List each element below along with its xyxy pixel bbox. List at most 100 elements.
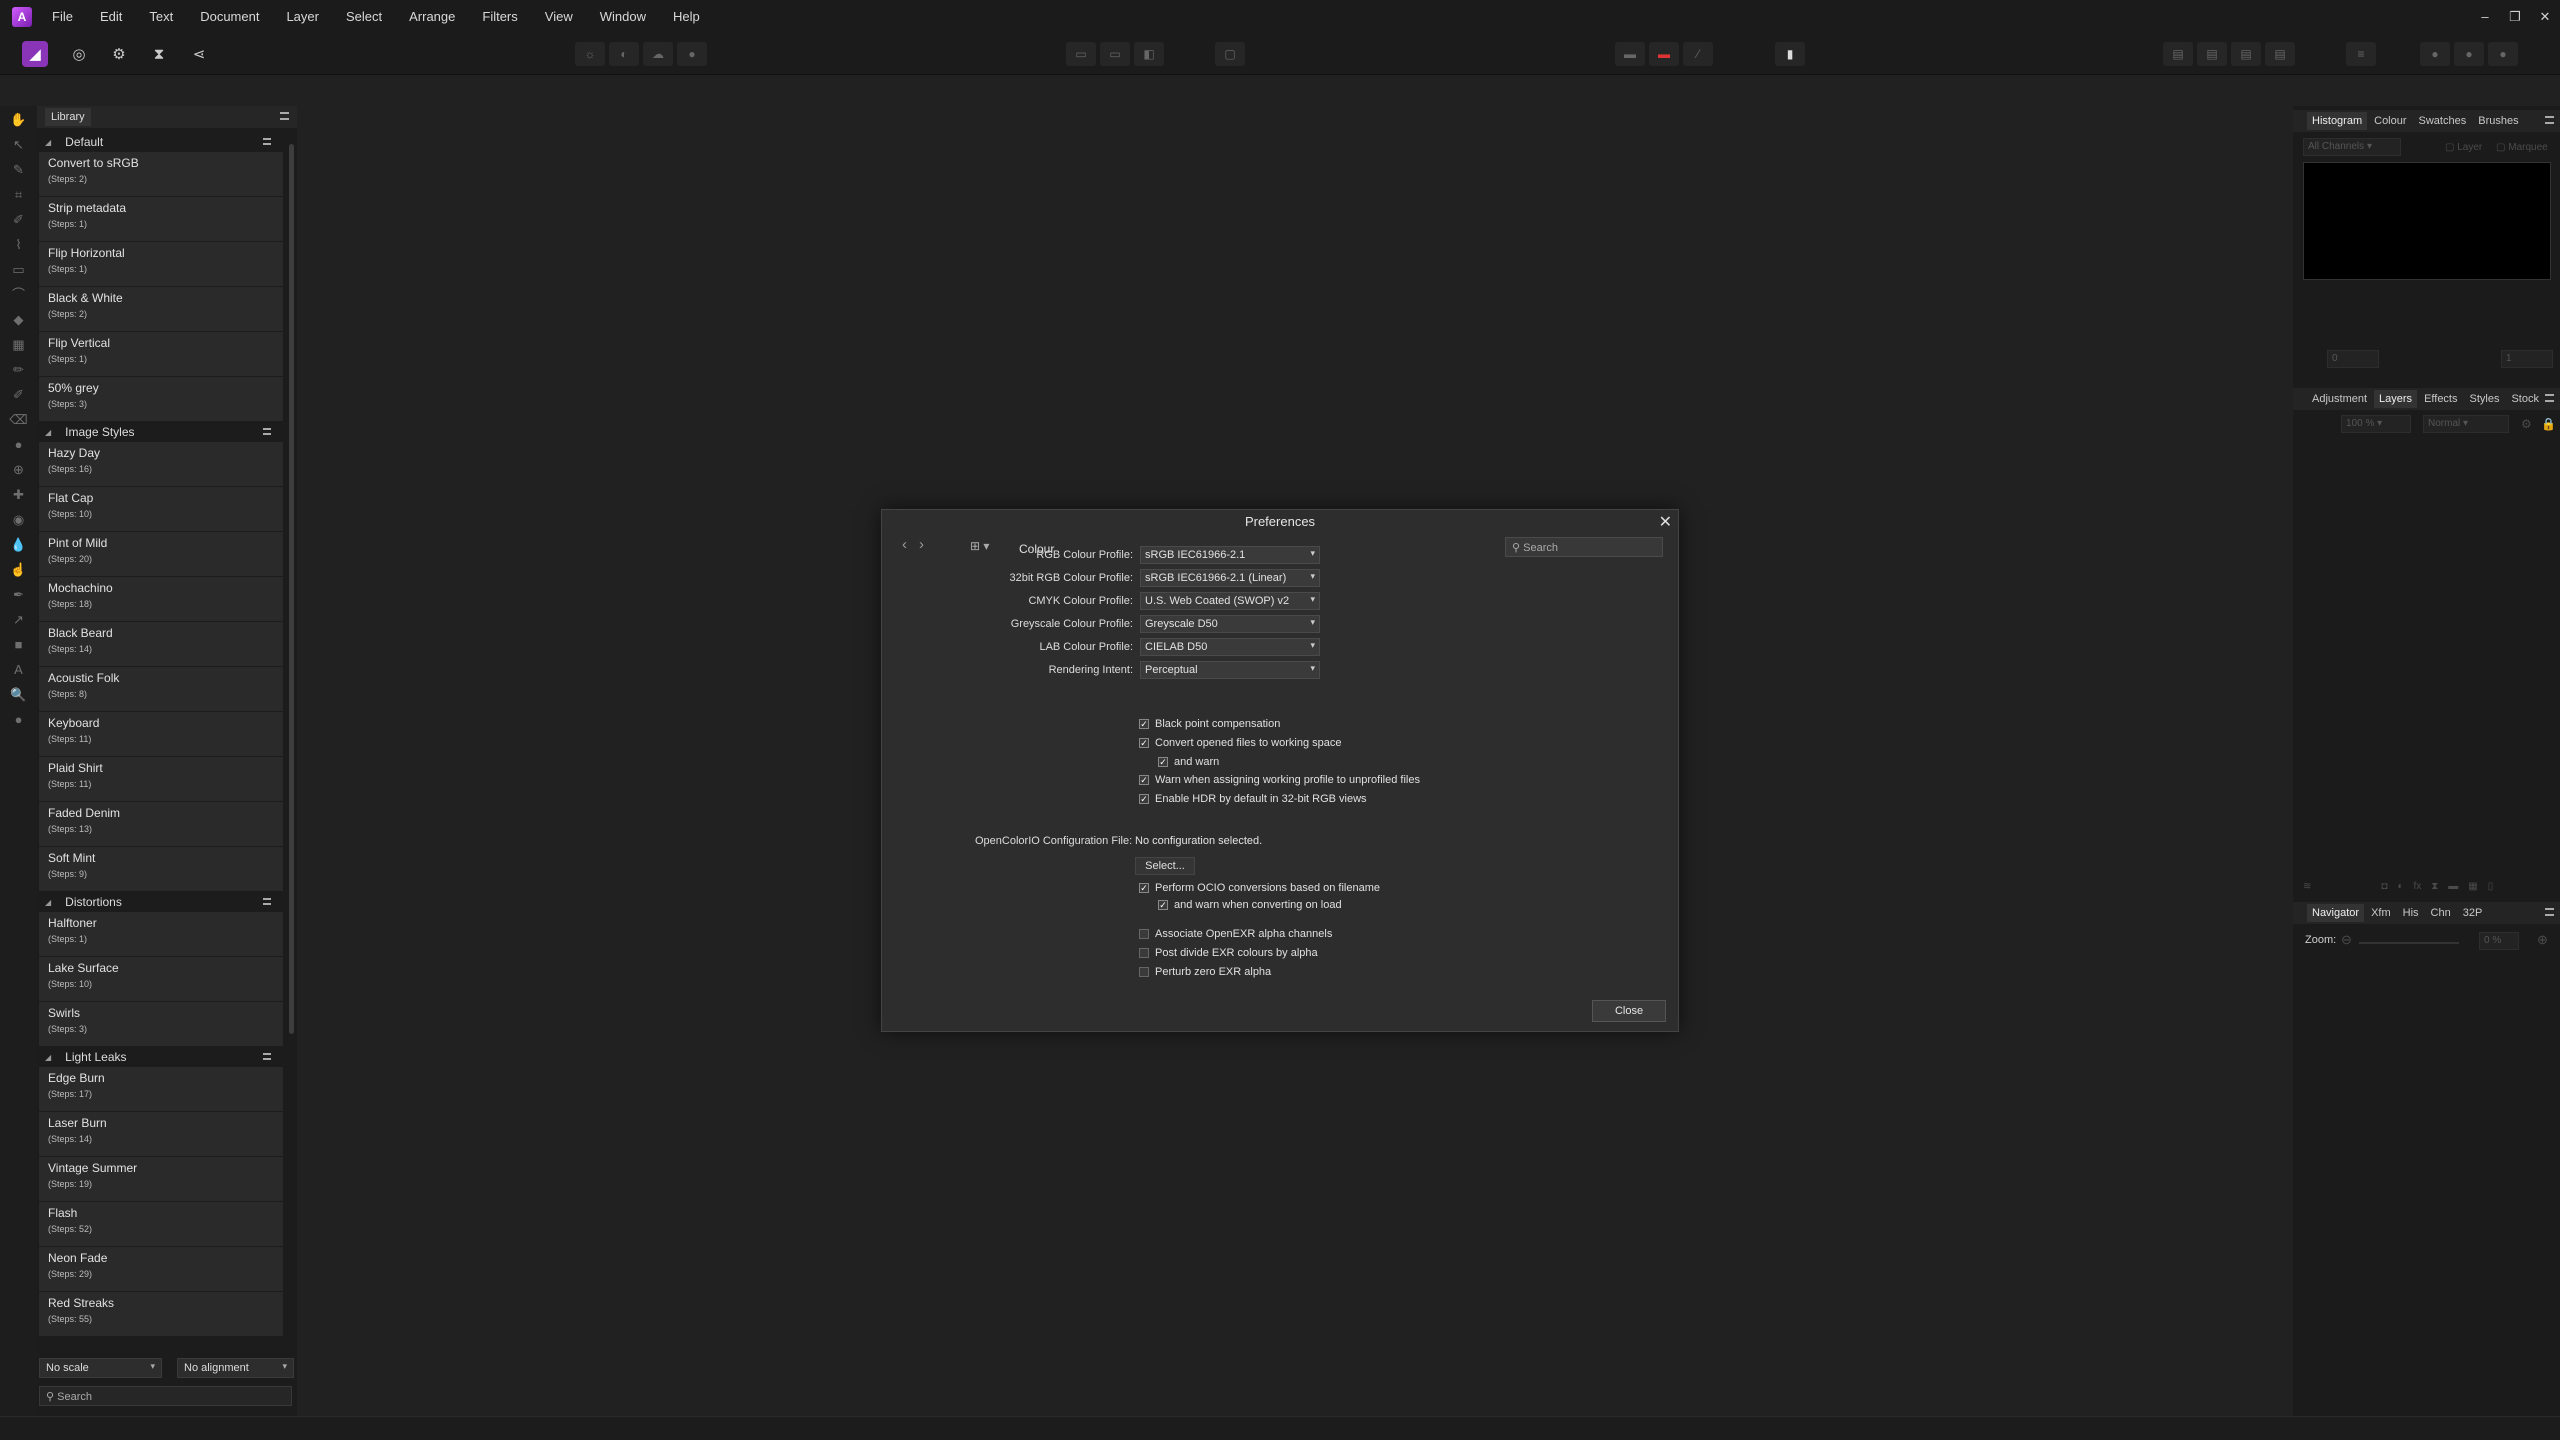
checkbox[interactable]: ✓ and warn	[1158, 755, 1219, 769]
profile-select[interactable]: Greyscale D50 ▾	[1140, 615, 1320, 633]
macro-item[interactable]: Pint of Mild (Steps: 20)	[39, 532, 283, 577]
menu-arrange[interactable]: Arrange	[409, 9, 455, 24]
flood-select-tool-icon[interactable]: ⌇	[8, 234, 30, 256]
add-layer-icon[interactable]: ▦	[2468, 881, 2477, 892]
category-header[interactable]: ◢ Distortions	[39, 892, 283, 912]
checkbox-box[interactable]: ✓	[1139, 794, 1149, 804]
macro-item[interactable]: Red Streaks (Steps: 55)	[39, 1292, 283, 1337]
flood-fill-tool-icon[interactable]: ◆	[8, 309, 30, 331]
tab-channels[interactable]: Chn	[2426, 904, 2456, 922]
gear-icon[interactable]: ⚙	[2521, 417, 2532, 431]
red-eye-tool-icon[interactable]: ◉	[8, 509, 30, 531]
view-tool-icon[interactable]: ✋	[8, 109, 30, 131]
tab-histogram[interactable]: Histogram	[2307, 112, 2368, 130]
zoom-out-icon[interactable]: ⊖	[2341, 932, 2352, 948]
tab-swatches[interactable]: Swatches	[2414, 112, 2472, 130]
close-button[interactable]: Close	[1592, 1000, 1666, 1022]
macro-item[interactable]: Flip Horizontal (Steps: 1)	[39, 242, 283, 287]
profile-select[interactable]: U.S. Web Coated (SWOP) v2 ▾	[1140, 592, 1320, 610]
tab-effects[interactable]: Effects	[2419, 390, 2462, 408]
checkbox-box[interactable]	[1139, 948, 1149, 958]
macro-item[interactable]: Black & White (Steps: 2)	[39, 287, 283, 332]
macro-item[interactable]: Keyboard (Steps: 11)	[39, 712, 283, 757]
node-tool-icon[interactable]: ↗	[8, 609, 30, 631]
crop-tool-icon[interactable]: ⌗	[8, 184, 30, 206]
boolean-intersect-icon[interactable]: ●	[2488, 42, 2518, 66]
profile-select[interactable]: CIELAB D50 ▾	[1140, 638, 1320, 656]
panel-menu-icon[interactable]	[2545, 116, 2554, 124]
tab-styles[interactable]: Styles	[2465, 390, 2505, 408]
macro-item[interactable]: Neon Fade (Steps: 29)	[39, 1247, 283, 1292]
macro-item[interactable]: 50% grey (Steps: 3)	[39, 377, 283, 422]
mask-icon[interactable]: ◘	[2381, 881, 2387, 892]
tab-colour[interactable]: Colour	[2369, 112, 2411, 130]
checkbox-box[interactable]: ✓	[1158, 757, 1168, 767]
checkbox[interactable]: ✓ Convert opened files to working space	[1139, 736, 1342, 750]
collapse-triangle-icon[interactable]: ◢	[45, 428, 51, 437]
checkbox[interactable]: ✓ Perform OCIO conversions based on filen…	[1139, 881, 1380, 895]
checkbox-box[interactable]: ✓	[1139, 719, 1149, 729]
histogram-max-input[interactable]: 1	[2501, 350, 2553, 368]
library-scrollbar[interactable]	[288, 132, 295, 1357]
arrange-front-icon[interactable]: ▤	[2265, 42, 2295, 66]
histogram-min-input[interactable]: 0	[2327, 350, 2379, 368]
tab-adjustment[interactable]: Adjustment	[2307, 390, 2372, 408]
tab-history[interactable]: His	[2398, 904, 2424, 922]
collapse-triangle-icon[interactable]: ◢	[45, 898, 51, 907]
zoom-slider[interactable]	[2359, 942, 2459, 944]
zoom-tool-icon[interactable]: 🔍	[8, 684, 30, 706]
marquee-tool-icon[interactable]: ▭	[8, 259, 30, 281]
blemish-tool-icon[interactable]: ✚	[8, 484, 30, 506]
category-header[interactable]: ◢ Default	[39, 132, 283, 152]
rectangle-tool-icon[interactable]: ■	[8, 634, 30, 656]
zoom-value[interactable]: 0 %	[2479, 932, 2519, 950]
tab-stock[interactable]: Stock	[2506, 390, 2544, 408]
close-window-button[interactable]: ✕	[2530, 9, 2560, 25]
opacity-input[interactable]: 100 % ▾	[2341, 415, 2411, 433]
zoom-in-icon[interactable]: ⊕	[2537, 932, 2548, 948]
minimize-button[interactable]: –	[2470, 9, 2500, 24]
layer-checkbox[interactable]: ▢ Layer	[2445, 142, 2482, 153]
selection-mode-icon[interactable]: ▭	[1066, 42, 1096, 66]
info-icon[interactable]: ▮	[1775, 42, 1805, 66]
align-icon[interactable]: ≡	[2346, 42, 2376, 66]
category-menu-icon[interactable]	[263, 138, 271, 145]
panel-menu-icon[interactable]	[2545, 394, 2554, 402]
clone-tool-icon[interactable]: ⊕	[8, 459, 30, 481]
macro-item[interactable]: Soft Mint (Steps: 9)	[39, 847, 283, 892]
menu-edit[interactable]: Edit	[100, 9, 122, 24]
auto-contrast-icon[interactable]: ◐	[609, 42, 639, 66]
checkbox[interactable]: Perturb zero EXR alpha	[1139, 965, 1271, 979]
macro-item[interactable]: Hazy Day (Steps: 16)	[39, 442, 283, 487]
macro-item[interactable]: Flat Cap (Steps: 10)	[39, 487, 283, 532]
macro-item[interactable]: Flash (Steps: 52)	[39, 1202, 283, 1247]
macro-item[interactable]: Black Beard (Steps: 14)	[39, 622, 283, 667]
quick-mask-icon[interactable]: ▢	[1215, 42, 1245, 66]
hourglass-icon[interactable]: ⧗	[2431, 881, 2438, 892]
checkbox[interactable]: ✓ Black point compensation	[1139, 717, 1280, 731]
menu-help[interactable]: Help	[673, 9, 700, 24]
freehand-selection-tool-icon[interactable]: ⌒	[8, 284, 30, 306]
adjustment-icon[interactable]: ◐	[2397, 881, 2403, 892]
boolean-add-icon[interactable]: ●	[2420, 42, 2450, 66]
close-icon[interactable]: ✕	[1659, 512, 1672, 532]
checkbox[interactable]: Associate OpenEXR alpha channels	[1139, 927, 1332, 941]
menu-document[interactable]: Document	[200, 9, 259, 24]
paint-brush-tool-icon[interactable]: ✏	[8, 359, 30, 381]
channels-select[interactable]: All Channels ▾	[2303, 138, 2401, 156]
selection-brush-tool-icon[interactable]: ✐	[8, 209, 30, 231]
fx-icon[interactable]: fx	[2413, 881, 2421, 892]
boolean-subtract-icon[interactable]: ●	[2454, 42, 2484, 66]
menu-window[interactable]: Window	[600, 9, 646, 24]
snapping-options-icon[interactable]: ⁄	[1683, 42, 1713, 66]
category-menu-icon[interactable]	[263, 428, 271, 435]
pixel-tool-icon[interactable]: ✐	[8, 384, 30, 406]
blend-mode-select[interactable]: Normal ▾	[2423, 415, 2509, 433]
colour-picker-tool-icon[interactable]: ✎	[8, 159, 30, 181]
tab-navigator[interactable]: Navigator	[2307, 904, 2365, 922]
alignment-select[interactable]: No alignment ▾	[177, 1358, 294, 1378]
library-search-input[interactable]: ⚲ Search	[39, 1386, 292, 1406]
auto-white-balance-icon[interactable]: ●	[677, 42, 707, 66]
text-tool-icon[interactable]: A	[8, 659, 30, 681]
arrange-back-icon[interactable]: ▤	[2163, 42, 2193, 66]
